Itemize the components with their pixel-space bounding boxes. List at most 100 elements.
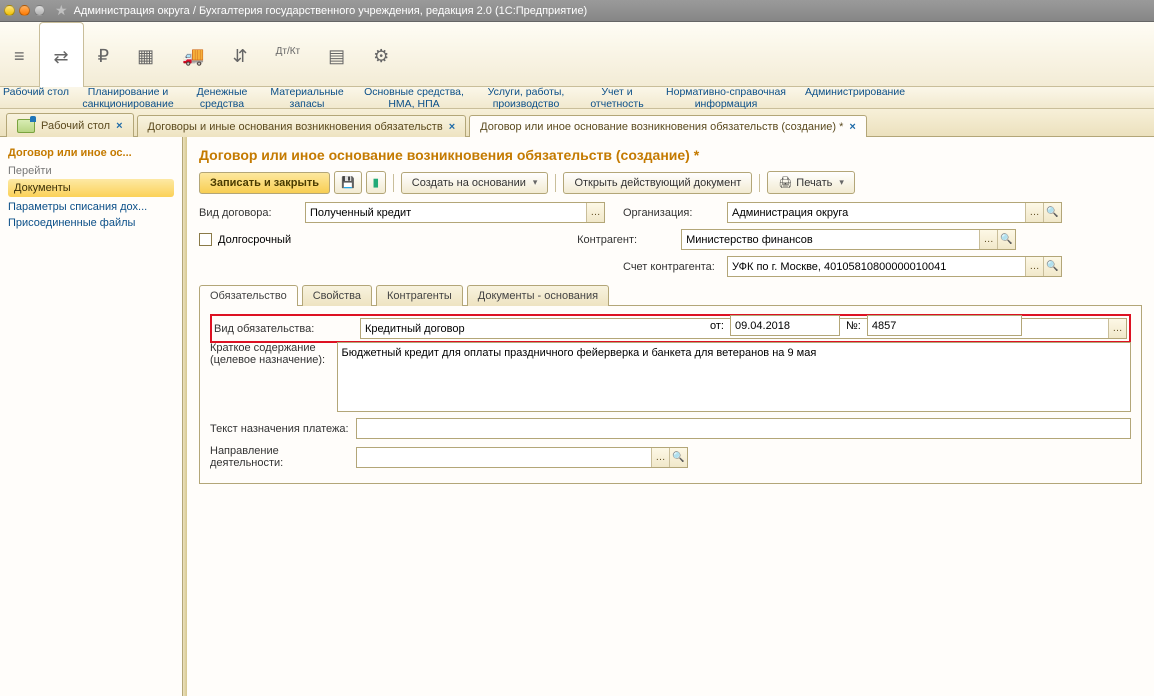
print-button[interactable]: 🖨 Печать: [767, 171, 855, 194]
sidebar-item-writeoff-params[interactable]: Параметры списания дох...: [8, 201, 174, 213]
close-icon[interactable]: ×: [849, 121, 855, 133]
tab-contract-create[interactable]: Договор или иное основание возникновения…: [469, 115, 867, 137]
menu-planning[interactable]: ⇄: [39, 22, 84, 87]
org-field[interactable]: … 🔍: [727, 202, 1062, 223]
close-icon[interactable]: ×: [449, 121, 455, 133]
titlebar: ★ Администрация округа / Бухгалтерия гос…: [0, 0, 1154, 22]
menu-services[interactable]: ⇵: [219, 24, 262, 86]
window-maximize-icon[interactable]: [34, 5, 45, 16]
number-input[interactable]: [868, 316, 1021, 335]
menu-label[interactable]: Учет и отчетность: [578, 86, 656, 110]
menu-label[interactable]: Нормативно-справочная информация: [656, 86, 796, 110]
label-org: Организация:: [611, 207, 721, 219]
contract-type-field[interactable]: …: [305, 202, 605, 223]
post-button[interactable]: ▮: [366, 171, 386, 194]
subtab-obligation[interactable]: Обязательство: [199, 285, 298, 306]
favorite-icon[interactable]: ★: [55, 2, 68, 19]
lookup-button[interactable]: …: [1108, 319, 1126, 338]
grid-icon: ▦: [137, 46, 154, 66]
main-menu: ≡ ⇄ ₽ ▦ 🚚 ⇵ Дт/Кт ▤ ⚙: [0, 22, 1154, 87]
payment-purpose-input[interactable]: [357, 419, 1130, 438]
sidebar: Договор или иное ос... Перейти Документы…: [0, 137, 183, 696]
save-button[interactable]: 💾: [334, 171, 362, 194]
truck-icon: 🚚: [182, 46, 204, 66]
open-button[interactable]: 🔍: [997, 230, 1015, 249]
desktop-icon: [17, 119, 35, 133]
activity-direction-input[interactable]: [357, 448, 651, 467]
menu-label[interactable]: Рабочий стол: [0, 86, 72, 110]
org-input[interactable]: [728, 203, 1025, 222]
menu-admin[interactable]: ⚙: [359, 24, 403, 86]
subtab-counterparties[interactable]: Контрагенты: [376, 285, 463, 306]
sidebar-item-attached-files[interactable]: Присоединенные файлы: [8, 217, 174, 229]
document-icon: ▤: [328, 46, 345, 66]
counterparty-field[interactable]: … 🔍: [681, 229, 1016, 250]
contract-type-input[interactable]: [306, 203, 586, 222]
menu-materials[interactable]: ▦: [123, 24, 168, 86]
print-label: Печать: [796, 177, 832, 189]
menu-label[interactable]: Денежные средства: [184, 86, 260, 110]
floppy-icon: 💾: [341, 176, 355, 189]
subtab-basis-docs[interactable]: Документы - основания: [467, 285, 609, 306]
number-field[interactable]: [867, 315, 1022, 336]
date-field[interactable]: 📅: [730, 315, 840, 336]
counterparty-input[interactable]: [682, 230, 979, 249]
lookup-button[interactable]: …: [586, 203, 604, 222]
label-counterparty-account: Счет контрагента:: [611, 261, 721, 273]
menu-reference[interactable]: ▤: [314, 24, 359, 86]
label-contract-type: Вид договора:: [199, 207, 299, 219]
label-longterm: Долгосрочный: [218, 234, 291, 246]
sidebar-headline: Договор или иное ос...: [8, 147, 174, 159]
label-summary: Краткое содержание (целевое назначение):: [210, 342, 331, 366]
planning-icon: ⇄: [54, 47, 69, 67]
checkbox-icon: [199, 233, 212, 246]
lookup-button[interactable]: …: [979, 230, 997, 249]
subtabs: Обязательство Свойства Контрагенты Докум…: [199, 285, 1142, 306]
separator: [393, 174, 394, 192]
menu-desktop[interactable]: ≡: [0, 24, 39, 86]
open-button[interactable]: 🔍: [1043, 203, 1061, 222]
tab-label: Договоры и иные основания возникновения …: [148, 121, 443, 133]
lookup-button[interactable]: …: [651, 448, 669, 467]
label-payment-purpose: Текст назначения платежа:: [210, 423, 350, 435]
save-close-button[interactable]: Записать и закрыть: [199, 172, 330, 194]
counterparty-account-field[interactable]: … 🔍: [727, 256, 1062, 277]
tab-desktop[interactable]: Рабочий стол ×: [6, 113, 134, 137]
open-current-button[interactable]: Открыть действующий документ: [563, 172, 752, 194]
dtkt-icon: Дт/Кт: [276, 46, 301, 66]
tab-label: Рабочий стол: [41, 120, 110, 132]
longterm-checkbox[interactable]: Долгосрочный: [199, 233, 291, 246]
separator: [759, 174, 760, 192]
printer-icon: 🖨: [778, 176, 792, 189]
gear-icon: ⚙: [373, 46, 389, 66]
payment-purpose-field[interactable]: [356, 418, 1131, 439]
lookup-button[interactable]: …: [1025, 203, 1043, 222]
window-close-icon[interactable]: [19, 5, 30, 16]
menu-label[interactable]: Планирование и санкционирование: [72, 86, 184, 110]
menu-assets[interactable]: 🚚: [168, 24, 218, 86]
menu-label[interactable]: Материальные запасы: [260, 86, 354, 110]
sidebar-item-documents[interactable]: Документы: [8, 179, 174, 197]
lookup-button[interactable]: …: [1025, 257, 1043, 276]
open-button[interactable]: 🔍: [1043, 257, 1061, 276]
menu-label[interactable]: Администрирование: [796, 86, 914, 110]
tab-contracts-list[interactable]: Договоры и иные основания возникновения …: [137, 115, 467, 137]
label-date-from: от:: [710, 320, 724, 332]
open-button[interactable]: 🔍: [669, 448, 687, 467]
close-icon[interactable]: ×: [116, 120, 122, 132]
post-icon: ▮: [373, 176, 379, 189]
menu-label[interactable]: Основные средства, НМА, НПА: [354, 86, 474, 110]
menu-icon: ≡: [14, 46, 25, 66]
activity-direction-field[interactable]: … 🔍: [356, 447, 688, 468]
subtab-properties[interactable]: Свойства: [302, 285, 372, 306]
menu-label[interactable]: Услуги, работы, производство: [474, 86, 578, 110]
form-content: Договор или иное основание возникновения…: [187, 137, 1154, 696]
document-tabs: Рабочий стол × Договоры и иные основания…: [0, 109, 1154, 137]
label-activity-direction: Направление деятельности:: [210, 445, 350, 469]
menu-accounting[interactable]: Дт/Кт: [262, 24, 315, 86]
create-based-button[interactable]: Создать на основании: [401, 172, 549, 194]
counterparty-account-input[interactable]: [728, 257, 1025, 276]
summary-textarea[interactable]: [337, 342, 1131, 412]
window-minimize-icon[interactable]: [4, 5, 15, 16]
menu-money[interactable]: ₽: [84, 24, 123, 86]
